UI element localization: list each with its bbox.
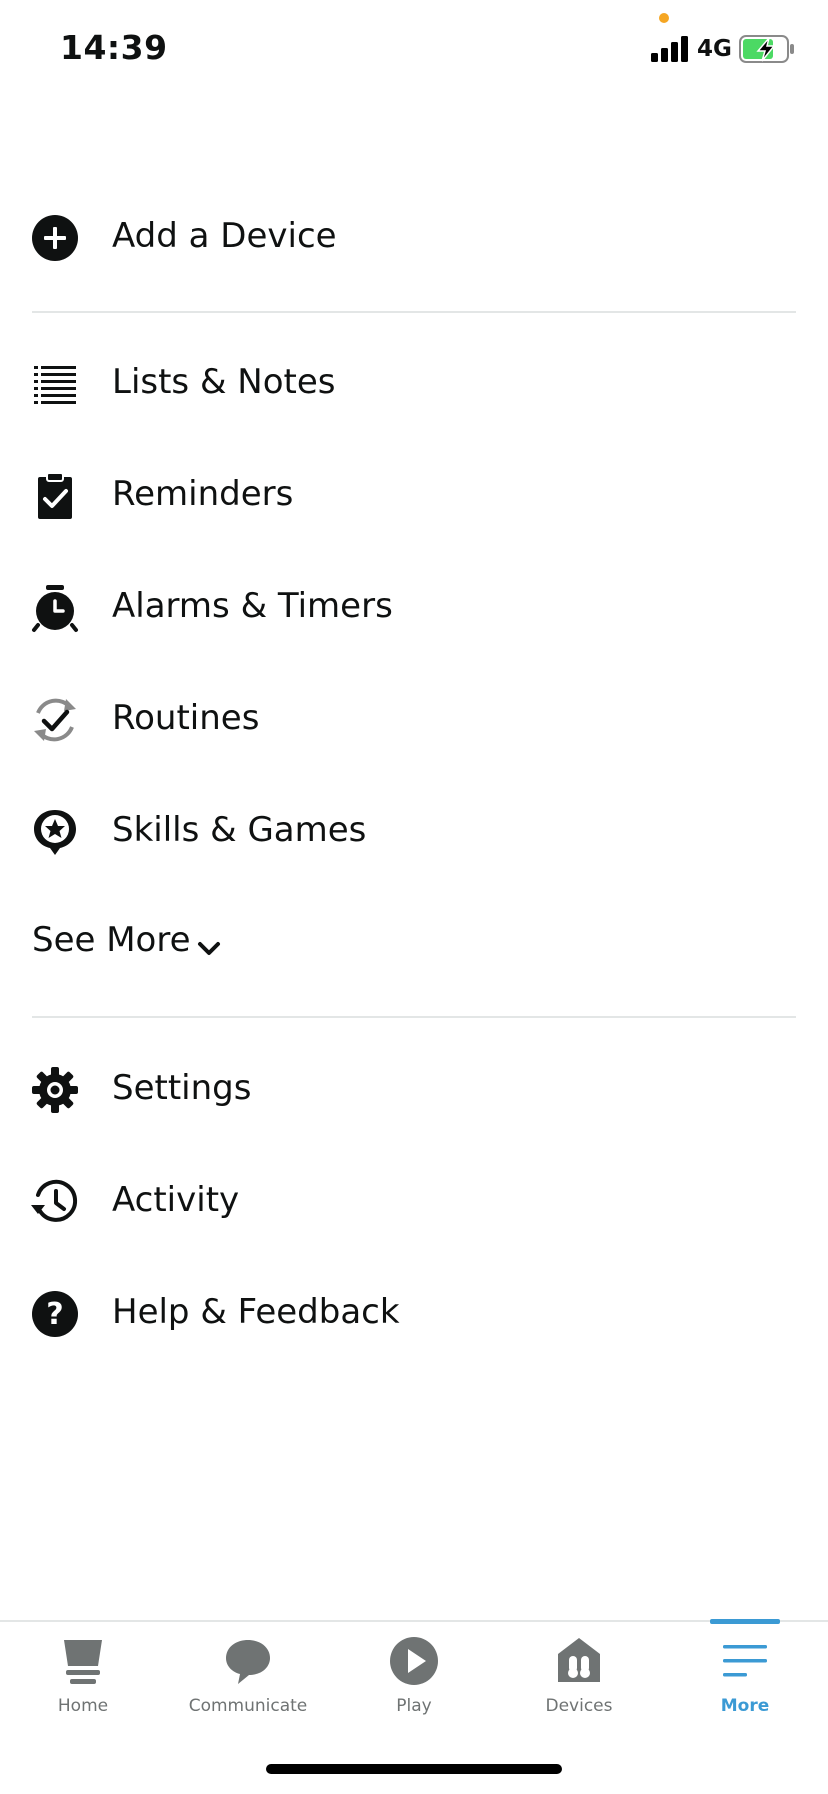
tab-label: More: [720, 1696, 770, 1716]
add-circle-icon: [30, 213, 80, 263]
status-time: 14:39: [60, 28, 168, 67]
chevron-down-icon: [195, 934, 223, 962]
menu-item-settings[interactable]: Settings: [0, 1039, 828, 1139]
tab-label: Devices: [545, 1696, 613, 1716]
menu-item-skills-games[interactable]: Skills & Games: [0, 781, 828, 881]
divider: [32, 1016, 796, 1018]
signal-strength-icon: [651, 36, 689, 62]
network-type: 4G: [697, 36, 732, 62]
devices-icon: [552, 1634, 606, 1688]
tab-more[interactable]: More: [662, 1622, 828, 1732]
menu-item-lists-notes[interactable]: Lists & Notes: [0, 333, 828, 433]
skills-star-icon: [30, 807, 80, 857]
menu-item-label: Help & Feedback: [112, 1292, 400, 1332]
see-more-button[interactable]: See More: [32, 920, 332, 980]
home-icon: [56, 1634, 110, 1688]
menu-item-label: Activity: [112, 1180, 240, 1220]
svg-text:?: ?: [46, 1297, 63, 1332]
tab-devices[interactable]: Devices: [496, 1622, 662, 1732]
menu-item-label: Settings: [112, 1068, 252, 1108]
battery-charging-icon: [739, 34, 795, 64]
menu-item-reminders[interactable]: Reminders: [0, 445, 828, 545]
routines-icon: [30, 695, 80, 745]
divider: [32, 311, 796, 313]
menu-item-label: Reminders: [112, 474, 294, 514]
list-icon: [30, 359, 80, 409]
history-clock-icon: [30, 1177, 80, 1227]
menu-item-label: Lists & Notes: [112, 362, 336, 402]
menu-item-add-device[interactable]: Add a Device: [0, 187, 828, 287]
see-more-label: See More: [32, 920, 191, 960]
privacy-indicator-dot: [659, 13, 669, 23]
tab-play[interactable]: Play: [331, 1622, 497, 1732]
tab-home[interactable]: Home: [0, 1622, 166, 1732]
status-bar: 14:39 4G: [0, 0, 828, 100]
menu-item-activity[interactable]: Activity: [0, 1151, 828, 1251]
home-indicator-bar: [266, 1764, 562, 1774]
play-icon: [387, 1634, 441, 1688]
help-question-icon: ?: [30, 1289, 80, 1339]
tab-label: Communicate: [188, 1696, 308, 1716]
menu-item-label: Add a Device: [112, 216, 337, 256]
menu-item-label: Routines: [112, 698, 260, 738]
alarm-clock-icon: [30, 583, 80, 633]
menu-item-label: Alarms & Timers: [112, 586, 393, 626]
menu-item-routines[interactable]: Routines: [0, 669, 828, 769]
menu-item-label: Skills & Games: [112, 810, 367, 850]
clipboard-check-icon: [30, 471, 80, 521]
tab-label: Play: [396, 1696, 432, 1716]
gear-icon: [30, 1065, 80, 1115]
tab-label: Home: [57, 1696, 109, 1716]
menu-item-alarms-timers[interactable]: Alarms & Timers: [0, 557, 828, 657]
menu-item-help-feedback[interactable]: ? Help & Feedback: [0, 1263, 828, 1363]
tab-communicate[interactable]: Communicate: [165, 1622, 331, 1732]
chat-bubble-icon: [221, 1634, 275, 1688]
menu-icon: [718, 1634, 772, 1688]
